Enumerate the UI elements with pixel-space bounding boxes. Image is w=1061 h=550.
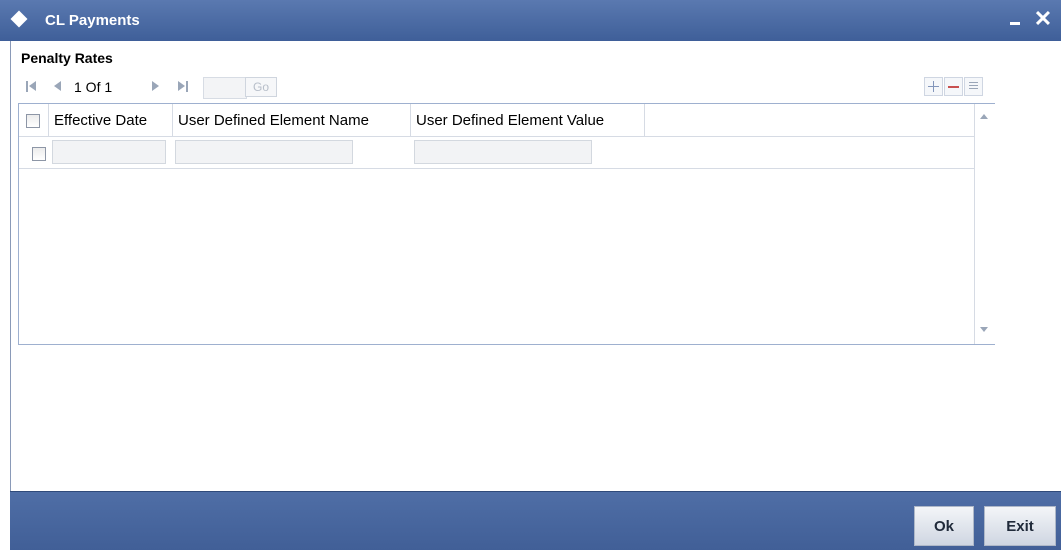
add-row-icon[interactable] (924, 77, 943, 96)
select-all-checkbox[interactable] (26, 114, 40, 128)
go-button[interactable]: Go (245, 77, 277, 97)
ok-button[interactable]: Ok (914, 506, 974, 546)
penalty-rates-grid: Effective Date User Defined Element Name… (18, 103, 995, 345)
close-icon[interactable]: ✕ (1028, 4, 1058, 34)
element-name-field[interactable] (175, 140, 353, 164)
delete-row-icon[interactable] (944, 77, 963, 96)
title-bar: CL Payments ✕ (0, 0, 1061, 41)
window-title: CL Payments (45, 12, 140, 29)
select-all-cell (19, 104, 49, 136)
column-header-effective-date[interactable]: Effective Date (49, 104, 173, 136)
page-indicator: 1 Of 1 (74, 79, 113, 95)
main-content: Penalty Rates 1 Of 1 Go Effective Date U… (10, 41, 1061, 491)
column-header-element-name[interactable]: User Defined Element Name (173, 104, 411, 136)
window-diamond-icon (10, 10, 28, 28)
exit-button[interactable]: Exit (984, 506, 1056, 546)
effective-date-field[interactable] (52, 140, 166, 164)
grid-header: Effective Date User Defined Element Name… (19, 104, 974, 137)
vertical-scrollbar[interactable] (974, 104, 995, 344)
element-value-field[interactable] (414, 140, 592, 164)
scroll-down-icon[interactable] (980, 327, 988, 332)
single-view-icon[interactable] (964, 77, 983, 96)
table-row (19, 137, 974, 169)
section-title: Penalty Rates (21, 50, 113, 66)
previous-page-icon[interactable] (52, 80, 64, 94)
scroll-up-icon[interactable] (980, 114, 988, 119)
first-page-icon[interactable] (26, 80, 38, 94)
minimize-icon[interactable] (1010, 22, 1020, 25)
page-number-input[interactable] (203, 77, 247, 99)
footer-bar: Ok Exit (10, 491, 1061, 550)
last-page-icon[interactable] (178, 80, 190, 94)
next-page-icon[interactable] (152, 80, 164, 94)
column-header-element-value[interactable]: User Defined Element Value (411, 104, 645, 136)
row-select-checkbox[interactable] (32, 147, 46, 161)
